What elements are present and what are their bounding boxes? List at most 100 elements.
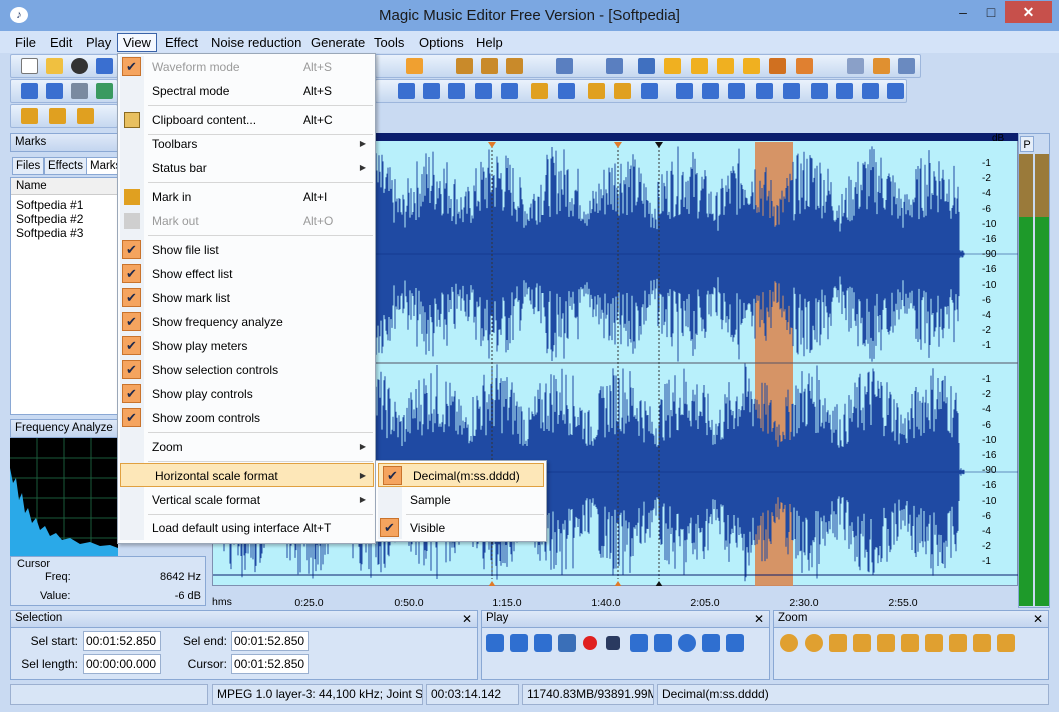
effect-icon[interactable] [423,83,440,99]
record-icon[interactable] [583,636,597,650]
effect-icon[interactable] [481,58,498,74]
open-folder-icon[interactable] [46,58,63,74]
effect-icon[interactable] [501,83,518,99]
effect-icon[interactable] [588,83,605,99]
menu-help[interactable]: Help [471,33,508,52]
menu-item-show-file-list[interactable]: ✔ Show file list [118,238,373,262]
close-button[interactable]: ✕ [1005,1,1052,23]
effect-icon[interactable] [756,83,773,99]
save-icon[interactable] [96,58,113,74]
menu-item-show-play-meters[interactable]: ✔ Show play meters [118,334,373,358]
effect-icon[interactable] [887,83,904,99]
cursor-field[interactable]: 00:01:52.850 [231,654,309,674]
menu-item-mark-out[interactable]: Mark out Alt+O [118,209,373,233]
menu-item-show-selection-controls[interactable]: ✔ Show selection controls [118,358,373,382]
submenu-item-decimal[interactable]: ✔ Decimal(m:ss.dddd) [378,463,544,487]
menu-item-show-play-controls[interactable]: ✔ Show play controls [118,382,373,406]
effect-icon[interactable] [743,58,760,74]
undo-icon[interactable] [46,83,63,99]
effect-icon[interactable] [811,83,828,99]
mark-icon[interactable] [77,108,94,124]
menu-view[interactable]: View [117,33,157,52]
effect-icon[interactable] [664,58,681,74]
menu-noise-reduction[interactable]: Noise reduction [206,33,306,52]
zoom-icon[interactable] [925,634,943,652]
close-icon[interactable]: ✕ [462,612,472,626]
sel-length-field[interactable]: 00:00:00.000 [83,654,161,674]
minimize-button[interactable]: – [949,1,977,23]
zoom-in-icon[interactable] [780,634,798,652]
menu-item-show-mark-list[interactable]: ✔ Show mark list [118,286,373,310]
effect-icon[interactable] [769,58,786,74]
stop-icon[interactable] [606,636,620,650]
menu-item-show-frequency-analyze[interactable]: ✔ Show frequency analyze [118,310,373,334]
play-circle-icon[interactable] [678,634,696,652]
skip-end-icon[interactable] [726,634,744,652]
zoom-icon[interactable] [901,634,919,652]
effect-icon[interactable] [691,58,708,74]
effect-icon[interactable] [406,58,423,74]
mark-out-icon[interactable] [49,108,66,124]
play-selection-icon[interactable] [510,634,528,652]
loop-icon[interactable] [534,634,552,652]
zoom-icon[interactable] [853,634,871,652]
sel-start-field[interactable]: 00:01:52.850 [83,631,161,651]
menu-tools[interactable]: Tools [369,33,409,52]
menu-item-clipboard-content[interactable]: Clipboard content... Alt+C [118,108,373,132]
menu-item-waveform-mode[interactable]: ✔ Waveform mode Alt+S [118,55,373,79]
effect-icon[interactable] [796,58,813,74]
effect-icon[interactable] [556,58,573,74]
effect-icon[interactable] [456,58,473,74]
list-item[interactable]: Softpedia #2 [11,212,117,226]
list-item[interactable]: Softpedia #1 [11,198,117,212]
zoom-icon[interactable] [829,634,847,652]
menu-item-vertical-scale-format[interactable]: Vertical scale format ▶ [118,488,373,512]
menu-item-load-default-interface[interactable]: Load default using interface Alt+T [118,516,373,540]
submenu-item-visible[interactable]: ✔ Visible [376,516,544,540]
rewind-icon[interactable] [654,634,672,652]
menu-item-horizontal-scale-format[interactable]: Horizontal scale format ▶ [120,463,374,487]
menu-generate[interactable]: Generate [306,33,370,52]
zoom-icon[interactable] [997,634,1015,652]
effect-icon[interactable] [862,83,879,99]
menu-item-show-effect-list[interactable]: ✔ Show effect list [118,262,373,286]
menu-edit[interactable]: Edit [45,33,77,52]
menu-file[interactable]: File [10,33,41,52]
menu-item-status-bar[interactable]: Status bar ▶ [118,156,373,180]
zoom-out-icon[interactable] [805,634,823,652]
zoom-icon[interactable] [877,634,895,652]
effect-icon[interactable] [898,58,915,74]
menu-item-zoom[interactable]: Zoom ▶ [118,435,373,459]
submenu-item-sample[interactable]: Sample [376,488,544,512]
effect-icon[interactable] [702,83,719,99]
effect-icon[interactable] [448,83,465,99]
tab-files[interactable]: Files [12,157,45,175]
effect-icon[interactable] [836,83,853,99]
effect-icon[interactable] [873,58,890,74]
fast-forward-icon[interactable] [702,634,720,652]
effect-icon[interactable] [676,83,693,99]
effect-icon[interactable] [558,83,575,99]
menu-effect[interactable]: Effect [160,33,203,52]
effect-icon[interactable] [606,58,623,74]
pause-icon[interactable] [558,634,576,652]
menu-options[interactable]: Options [414,33,469,52]
mark-in-icon[interactable] [21,108,38,124]
effect-icon[interactable] [728,83,745,99]
menu-item-mark-in[interactable]: Mark in Alt+I [118,185,373,209]
skip-start-icon[interactable] [630,634,648,652]
menu-item-show-zoom-controls[interactable]: ✔ Show zoom controls [118,406,373,430]
zoom-icon[interactable] [973,634,991,652]
effect-icon[interactable] [475,83,492,99]
effect-icon[interactable] [847,58,864,74]
effect-icon[interactable] [614,83,631,99]
list-item[interactable]: Softpedia #3 [11,226,117,240]
effect-icon[interactable] [638,58,655,74]
menu-item-toolbars[interactable]: Toolbars ▶ [118,132,373,156]
menu-play[interactable]: Play [81,33,116,52]
new-file-icon[interactable] [21,58,38,74]
effect-icon[interactable] [641,83,658,99]
arrows-icon[interactable] [96,83,113,99]
disc-icon[interactable] [71,58,88,74]
effect-icon[interactable] [506,58,523,74]
